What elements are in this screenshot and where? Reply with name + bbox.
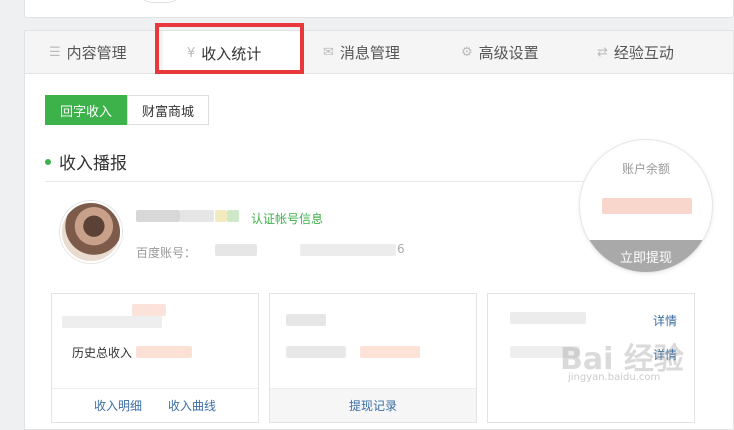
subtab-answer-income[interactable]: 回字收入 — [45, 95, 128, 125]
blurred-username — [136, 210, 180, 222]
blurred-account — [215, 244, 257, 256]
tab-advanced-settings[interactable]: ⚙ 高级设置 — [461, 31, 539, 74]
account-balance-card: 账户余额 立即提现 — [579, 139, 713, 273]
income-summary-card: 历史总收入 收入明细 收入曲线 — [51, 293, 259, 423]
mail-icon: ✉ — [323, 45, 334, 60]
blurred-row — [286, 346, 346, 358]
tab-content-management[interactable]: ☰ 内容管理 — [49, 31, 127, 74]
history-income-label: 历史总收入 — [72, 346, 133, 360]
tab-income-statistics[interactable]: ¥ 收入统计 — [163, 31, 303, 75]
tab-label: 消息管理 — [339, 44, 400, 62]
blurred-row — [136, 346, 192, 358]
tab-message-management[interactable]: ✉ 消息管理 — [323, 31, 400, 74]
verify-account-link[interactable]: 认证帐号信息 — [251, 210, 323, 227]
tab-bar: ☰ 内容管理 ¥ 收入统计 ✉ 消息管理 ⚙ 高级设置 ⇄ 经验互动 — [25, 31, 733, 75]
withdraw-card: 提现记录 — [269, 293, 477, 423]
blurred-row — [62, 316, 162, 328]
tab-label: 高级设置 — [478, 44, 539, 62]
blurred-account — [300, 244, 396, 256]
withdraw-button[interactable]: 立即提现 — [580, 240, 712, 272]
bullet-dot — [45, 158, 51, 165]
account-prefix: 百度账号： — [136, 246, 197, 260]
tab-experience-interaction[interactable]: ⇄ 经验互动 — [597, 31, 674, 74]
subtab-wealth-mall[interactable]: 财富商城 — [127, 95, 210, 125]
list-icon: ☰ — [49, 45, 61, 60]
header-card — [24, 0, 734, 18]
blurred-row — [132, 304, 166, 316]
divider — [45, 181, 605, 182]
income-detail-link[interactable]: 收入明细 — [94, 397, 142, 414]
blurred-username — [215, 210, 227, 222]
blurred-username — [180, 210, 214, 222]
detail-link-1[interactable]: 详情 — [653, 312, 677, 329]
swap-icon: ⇄ — [597, 45, 608, 60]
tab-label: 内容管理 — [66, 44, 127, 62]
blurred-balance-value — [602, 198, 692, 214]
yen-icon: ¥ — [187, 45, 196, 61]
blurred-row — [510, 312, 586, 324]
card-footer: 提现记录 — [270, 388, 476, 422]
tab-label: 经验互动 — [613, 44, 674, 62]
subtab-bar: 回字收入 财富商城 — [45, 95, 210, 125]
blurred-row — [360, 346, 420, 358]
card-footer: 收入明细 收入曲线 — [52, 388, 258, 422]
user-avatar[interactable] — [60, 201, 122, 263]
balance-label: 账户余额 — [621, 162, 670, 176]
account-line: 百度账号： — [136, 244, 196, 261]
tab-label: 收入统计 — [201, 44, 262, 63]
section-title: 收入播报 — [45, 149, 127, 174]
blurred-row — [286, 314, 326, 326]
income-curve-link[interactable]: 收入曲线 — [168, 397, 216, 414]
header-avatar-edge — [137, 0, 183, 3]
watermark-url: jingyan.baidu.com — [568, 372, 661, 383]
withdraw-record-link[interactable]: 提现记录 — [349, 397, 397, 414]
account-suffix: 6 — [397, 242, 405, 256]
blurred-username — [227, 210, 239, 222]
section-title-text: 收入播报 — [59, 154, 127, 174]
gear-icon: ⚙ — [461, 45, 473, 60]
